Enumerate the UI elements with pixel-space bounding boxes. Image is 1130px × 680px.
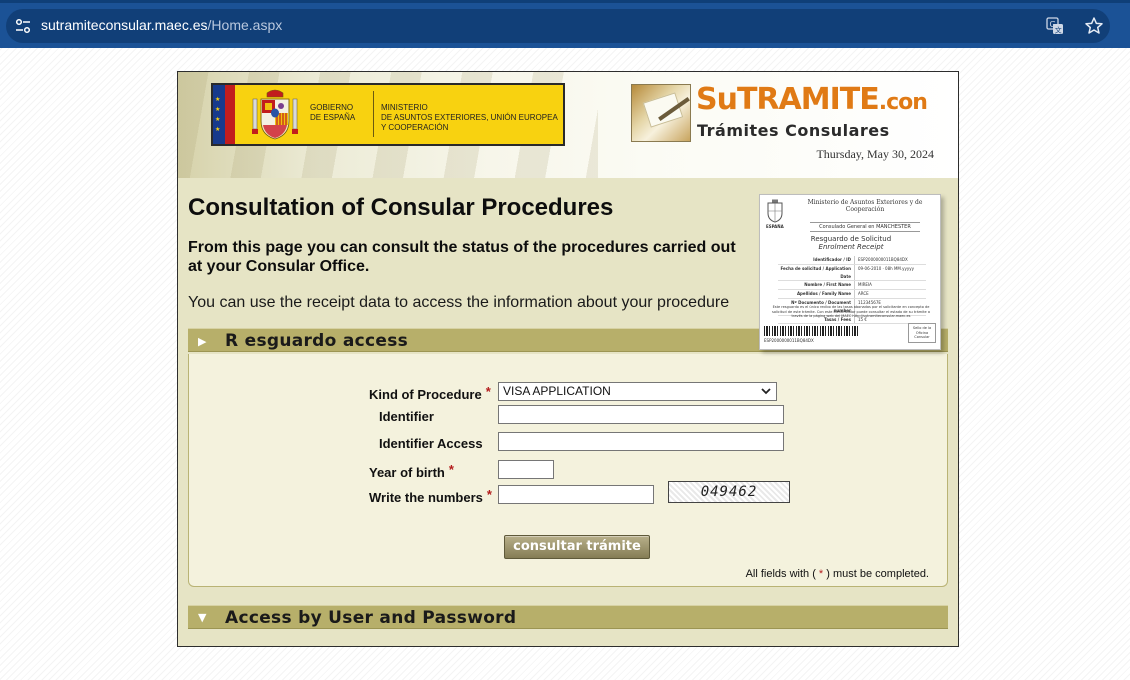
photo-paper	[642, 92, 684, 128]
eu-flag-strip: ★ ★ ★ ★	[213, 85, 225, 144]
receipt-row-key: Apellidos / Family Name	[796, 291, 851, 297]
receipt-row-value: 09-06-2010 · 08h MM.yyyyy	[854, 264, 926, 281]
brand-subtitle: Trámites Consulares	[697, 121, 890, 140]
captcha-input[interactable]	[498, 485, 654, 504]
receipt-shield-icon	[767, 199, 783, 223]
captcha-label-text: Write the numbers	[369, 490, 483, 505]
svg-text:文: 文	[1055, 26, 1062, 35]
receipt-row-key: Fecha de solicitud / Application Date	[780, 265, 851, 279]
eu-stars-icon: ★ ★ ★ ★	[215, 96, 221, 133]
chevron-down-icon	[761, 388, 771, 395]
government-name: GOBIERNO DE ESPAÑA	[310, 103, 356, 122]
receipt-country: ESPAÑA	[766, 224, 784, 229]
url-text[interactable]: sutramiteconsular.maec.es/Home.aspx	[41, 17, 282, 33]
receipt-row-value: MIREIA	[854, 281, 926, 290]
procedure-kind-label: Kind of Procedure *	[369, 384, 491, 402]
brand-main: SuTRAMITE	[696, 82, 880, 117]
identifier-label: Identifier	[379, 409, 434, 424]
url-domain: sutramiteconsular.maec.es	[41, 17, 208, 33]
birth-year-label: Year of birth *	[369, 462, 454, 480]
receipt-subtitle: Enrolment Receipt	[818, 243, 884, 251]
page-title: Consultation of Consular Procedures	[188, 194, 614, 221]
footnote-mark: *	[815, 568, 827, 580]
coat-of-arms-icon	[252, 89, 298, 140]
expand-arrow-icon: ▼	[198, 611, 207, 624]
receipt-row-value: ESP2000000011BQ84DX	[854, 256, 926, 264]
footnote-pre: All fields with (	[745, 568, 816, 580]
receipt-row: Apellidos / Family Name ARCE	[778, 290, 926, 299]
sample-receipt-image: ESPAÑA Ministerio de Asuntos Exteriores …	[759, 194, 941, 350]
sutramite-logo[interactable]: SuTRAMITE.con	[696, 82, 928, 121]
required-mark: *	[485, 384, 491, 399]
identifier-access-input[interactable]	[498, 432, 784, 451]
spain-flag-stripe	[225, 85, 235, 144]
address-bar[interactable]: sutramiteconsular.maec.es/Home.aspx G 文	[6, 9, 1110, 43]
brand-suffix: .con	[878, 90, 928, 115]
browser-toolbar: sutramiteconsular.maec.es/Home.aspx G 文	[0, 0, 1130, 48]
site-settings-icon[interactable]	[15, 18, 31, 34]
receipt-ministry: Ministerio de Asuntos Exteriores y de Co…	[807, 199, 923, 213]
captcha-image: 049462	[668, 481, 790, 503]
page-frame: ★ ★ ★ ★ GOBIERNO DE ESPAÑA MINISTERIO DE…	[177, 71, 959, 647]
collapse-arrow-icon: ▶	[198, 335, 207, 348]
translate-icon[interactable]: G 文	[1046, 17, 1064, 35]
receipt-row: Nombre / First Name MIREIA	[778, 281, 926, 291]
intro-bold-text: From this page you can consult the statu…	[188, 239, 736, 275]
footnote-post: ) must be completed.	[826, 568, 929, 580]
required-fields-note: All fields with ( * ) must be completed.	[746, 568, 929, 580]
receipt-row-key: Nombre / First Name	[804, 282, 851, 288]
government-logo[interactable]: ★ ★ ★ ★ GOBIERNO DE ESPAÑA MINISTERIO DE…	[211, 83, 565, 146]
receipt-access-label: R esguardo access	[225, 331, 409, 351]
receipt-row-key: Identificador / ID	[813, 257, 851, 262]
header-banner: ★ ★ ★ ★ GOBIERNO DE ESPAÑA MINISTERIO DE…	[178, 72, 958, 178]
receipt-row-value: ARCE	[854, 290, 926, 298]
bookmark-star-icon[interactable]	[1084, 16, 1104, 36]
receipt-note: Este resguardo es el único recibo de las…	[772, 305, 930, 318]
procedure-kind-label-text: Kind of Procedure	[369, 387, 482, 402]
receipt-access-panel: Kind of Procedure * VISA APPLICATION Iden…	[188, 354, 948, 587]
procedure-kind-select[interactable]: VISA APPLICATION	[498, 382, 777, 401]
ministry-name: MINISTERIO DE ASUNTOS EXTERIORES, UNIÓN …	[381, 103, 558, 132]
identifier-input[interactable]	[498, 405, 784, 424]
receipt-row: Fecha de solicitud / Application Date 09-…	[778, 264, 926, 282]
birth-year-input[interactable]	[498, 460, 554, 479]
receipt-barcode-number: ESP2000000011BQ84DX	[764, 338, 814, 343]
user-password-header[interactable]: ▼ Access by User and Password	[188, 605, 948, 629]
captcha-label: Write the numbers *	[369, 487, 492, 505]
receipt-row: Identificador / ID ESP2000000011BQ84DX	[778, 256, 926, 265]
main-content: Consultation of Consular Procedures From…	[178, 178, 958, 646]
user-password-label: Access by User and Password	[225, 608, 517, 628]
url-path: /Home.aspx	[207, 17, 283, 33]
logo-separator	[373, 91, 374, 137]
barcode-icon	[764, 326, 860, 336]
receipt-title: Resguardo de Solicitud	[810, 235, 892, 243]
current-date: Thursday, May 30, 2024	[816, 147, 934, 161]
identifier-access-label: Identifier Access	[379, 436, 483, 451]
receipt-consulate: Consulado General en MANCHESTER	[810, 222, 920, 232]
required-mark: *	[486, 487, 492, 502]
receipt-seal: Sello de la Oficina Consular	[908, 323, 936, 343]
procedure-kind-value: VISA APPLICATION	[503, 384, 611, 398]
birth-year-label-text: Year of birth	[369, 465, 445, 480]
required-mark: *	[448, 462, 454, 477]
consult-procedure-button[interactable]: consultar trámite	[504, 535, 650, 559]
intro-text: You can use the receipt data to access t…	[188, 294, 730, 311]
signing-photo	[631, 84, 691, 142]
